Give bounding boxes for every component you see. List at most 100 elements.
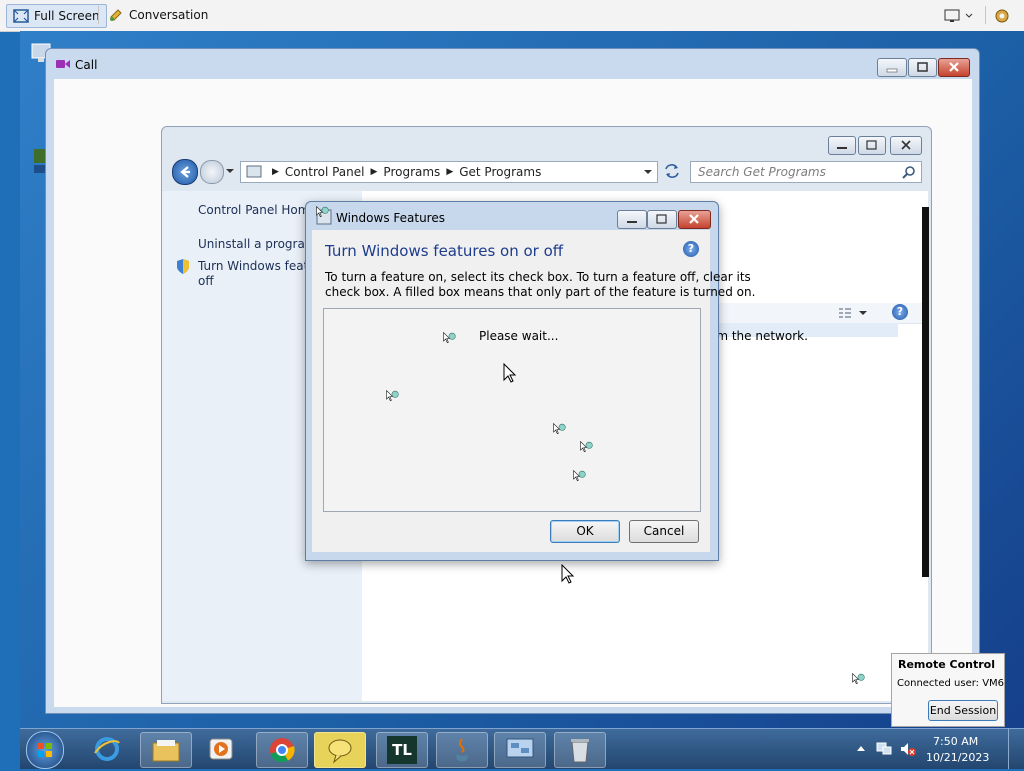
fullscreen-label: Full Screen (34, 9, 100, 23)
fullscreen-button[interactable]: Full Screen (6, 4, 107, 28)
turn-features-link-off[interactable]: off (198, 274, 214, 288)
monitor-icon (944, 9, 973, 22)
refresh-button[interactable] (660, 161, 684, 181)
remote-desktop-icon (506, 738, 534, 758)
conversation-label: Conversation (129, 8, 209, 22)
chevron-down-icon[interactable] (643, 168, 653, 176)
taskbar-chrome[interactable] (256, 732, 308, 768)
forward-button[interactable] (200, 160, 224, 184)
dialog-description-1: To turn a feature on, select its check b… (325, 270, 751, 284)
cancel-button[interactable]: Cancel (629, 520, 699, 543)
breadcrumb-programs[interactable]: Programs (383, 165, 440, 179)
shield-icon (177, 259, 189, 274)
explorer-maximize-button[interactable] (858, 136, 886, 155)
close-icon (949, 62, 959, 72)
minimize-icon (627, 221, 637, 223)
recycle-bin-icon (571, 739, 589, 763)
network-icon[interactable] (875, 741, 893, 757)
content-description-fragment: om the network. (709, 329, 808, 343)
view-options-icon[interactable] (838, 307, 868, 319)
recent-pages-icon[interactable] (225, 167, 235, 175)
internet-explorer-icon (94, 737, 120, 761)
ok-button[interactable]: OK (550, 520, 620, 543)
refresh-icon (665, 164, 679, 178)
taskbar-java[interactable] (436, 732, 488, 768)
minimize-icon (886, 68, 898, 73)
search-input[interactable]: Search Get Programs (690, 161, 922, 183)
dialog-close-button[interactable] (678, 210, 711, 229)
conversation-icon (110, 9, 122, 21)
clock-date[interactable]: 10/21/2023 (926, 751, 989, 764)
dialog-maximize-button[interactable] (647, 210, 677, 229)
taskbar-file-explorer[interactable] (140, 732, 192, 768)
show-hidden-icons[interactable] (856, 744, 866, 752)
java-icon (456, 738, 468, 762)
restore-icon (656, 214, 667, 224)
tl-app-icon: TL (387, 736, 417, 764)
taskbar-recycle-bin[interactable] (554, 732, 606, 768)
breadcrumb-separator: ▶ (370, 167, 378, 177)
start-button[interactable] (26, 731, 64, 769)
back-button[interactable] (172, 159, 198, 185)
media-player-icon (209, 738, 233, 760)
windows-logo-icon (38, 743, 52, 757)
help-icon[interactable]: ? (892, 304, 908, 320)
taskbar-remote-desktop[interactable] (494, 732, 546, 768)
call-maximize-button[interactable] (908, 58, 937, 77)
dialog-help-icon[interactable]: ? (683, 241, 699, 257)
conversation-button[interactable]: Conversation (102, 4, 214, 26)
dialog-minimize-button[interactable] (617, 210, 647, 229)
forward-arrow-icon (201, 161, 223, 183)
chat-bubble-icon (328, 739, 352, 764)
settings-button[interactable] (993, 7, 1011, 28)
explorer-close-button[interactable] (890, 136, 922, 155)
features-list[interactable]: Please wait... (323, 308, 701, 512)
minimize-icon (837, 147, 847, 149)
uninstall-program-link[interactable]: Uninstall a program (198, 237, 317, 251)
breadcrumb-get-programs[interactable]: Get Programs (459, 165, 541, 179)
close-icon (901, 140, 911, 150)
folder-icon (152, 740, 180, 762)
explorer-minimize-button[interactable] (828, 136, 856, 155)
busy-cursor-icon (580, 440, 593, 453)
taskbar-tl-app[interactable]: TL (376, 732, 428, 768)
gear-icon (995, 9, 1009, 23)
control-panel-icon (246, 165, 262, 178)
breadcrumb-separator: ▶ (272, 167, 279, 177)
loading-status: Please wait... (479, 329, 559, 343)
restore-icon (917, 62, 928, 72)
busy-cursor-icon (553, 422, 566, 435)
taskbar-internet-explorer[interactable] (82, 732, 132, 766)
busy-cursor-icon (316, 205, 329, 218)
dialog-description-2: check box. A filled box means that only … (325, 285, 756, 299)
taskbar-chat[interactable] (314, 732, 366, 768)
client-toolbar: Full Screen Conversation (0, 0, 1024, 32)
control-panel-home-link[interactable]: Control Panel Home (198, 203, 317, 217)
pointer-cursor-icon (561, 564, 575, 584)
close-icon (689, 214, 699, 224)
remote-control-popup: Remote Control Connected user: VM6 End S… (891, 653, 1005, 727)
fullscreen-icon (13, 9, 29, 23)
remote-control-status: Connected user: VM6 (897, 678, 1005, 689)
toolbar-divider (98, 6, 99, 24)
search-placeholder: Search Get Programs (698, 165, 826, 179)
dark-edge (922, 207, 929, 577)
call-minimize-button[interactable] (877, 58, 907, 77)
end-session-button[interactable]: End Session (928, 700, 998, 721)
show-desktop-button[interactable] (1008, 729, 1024, 769)
call-title: Call (75, 58, 98, 72)
call-close-button[interactable] (938, 58, 970, 77)
breadcrumb-control-panel[interactable]: Control Panel (285, 165, 365, 179)
pointer-cursor-icon (503, 363, 517, 383)
taskbar-media-player[interactable] (196, 732, 246, 766)
display-menu-button[interactable] (944, 8, 974, 27)
back-arrow-icon (180, 166, 190, 178)
busy-cursor-icon (573, 469, 586, 482)
toolbar-divider (985, 6, 986, 24)
taskbar: TL 7:50 AM 10/21/2023 (20, 728, 1024, 769)
clock-time[interactable]: 7:50 AM (933, 735, 978, 748)
volume-muted-icon[interactable] (899, 741, 917, 757)
remote-control-title: Remote Control (898, 658, 995, 671)
search-icon[interactable] (902, 165, 916, 179)
address-bar[interactable]: ▶ Control Panel ▶ Programs ▶ Get Program… (240, 161, 658, 183)
